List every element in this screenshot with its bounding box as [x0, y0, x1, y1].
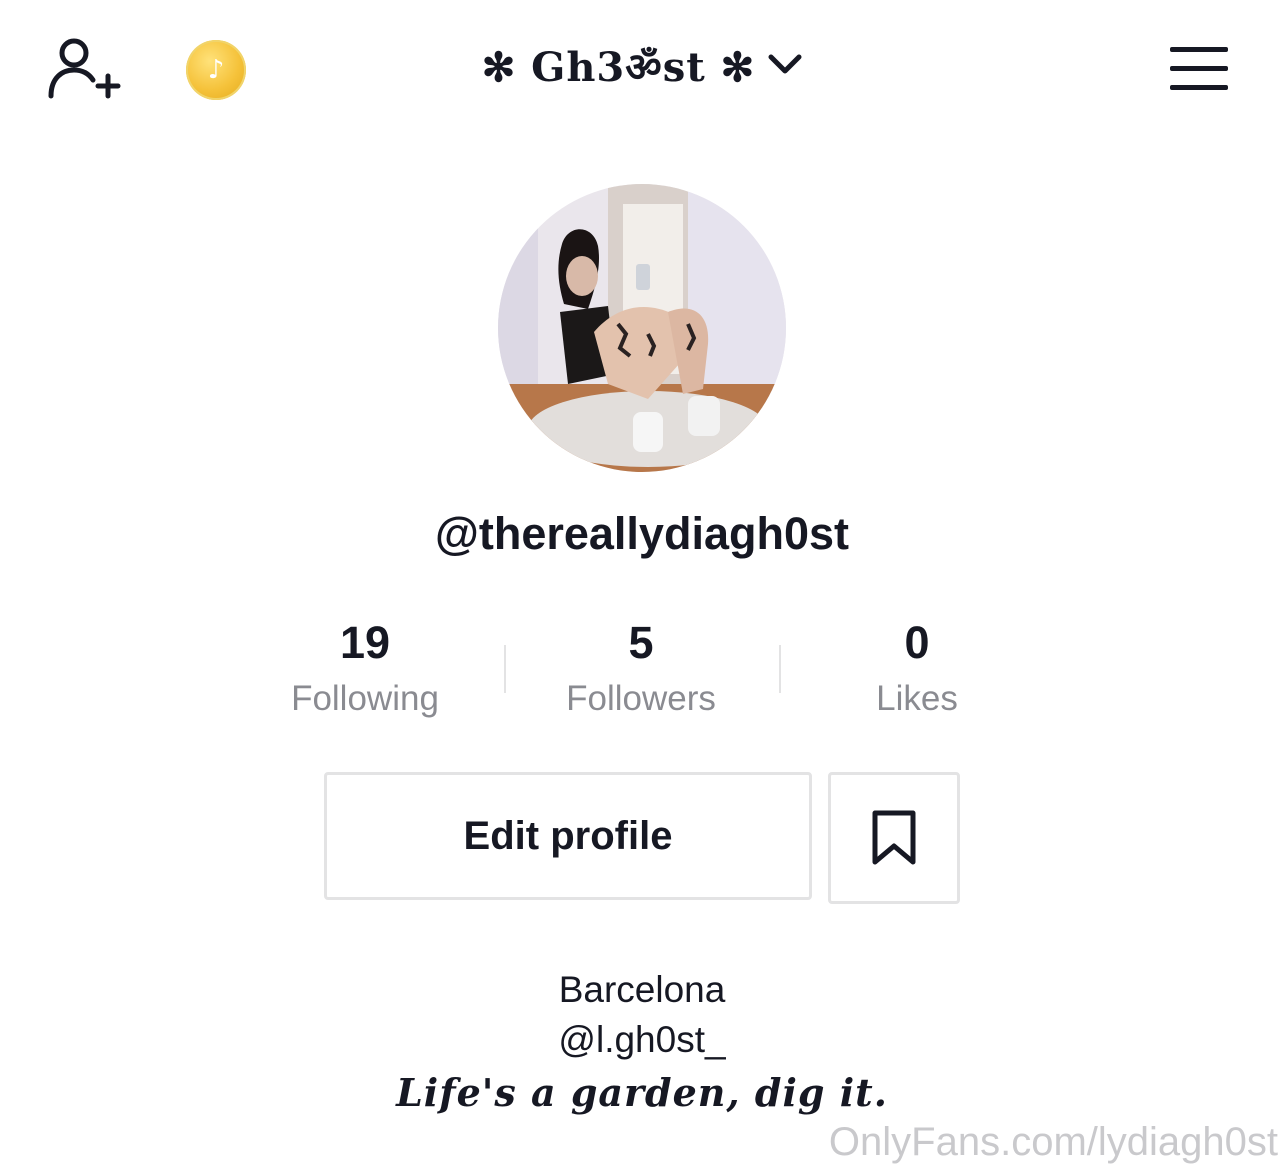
stat-divider [504, 645, 506, 693]
watermark: OnlyFans.com/lydiagh0st [828, 1120, 1278, 1164]
avatar[interactable] [498, 184, 786, 472]
edit-profile-button[interactable]: Edit profile [324, 772, 812, 900]
username: @thereallydiagh0st [434, 508, 849, 559]
bio-location: Barcelona [558, 969, 726, 1010]
top-bar: ♪ ✻ Gh3ॐst ✻ [0, 0, 1284, 140]
stat-following[interactable]: 19 Following [235, 612, 495, 724]
bio: Barcelona @l.gh0st_ Life's a garden, dig… [0, 965, 1284, 1121]
bookmark-button[interactable] [828, 772, 960, 904]
stat-label: Following [291, 679, 439, 718]
menu-icon[interactable] [1170, 47, 1230, 91]
stat-followers[interactable]: 5 Followers [511, 612, 771, 724]
stat-label: Followers [566, 679, 716, 718]
stat-likes[interactable]: 0 Likes [787, 612, 1047, 724]
stat-divider [779, 645, 781, 693]
account-title: ✻ Gh3ॐst ✻ [481, 44, 756, 91]
stat-label: Likes [876, 679, 958, 718]
bio-handle[interactable]: @l.gh0st_ [0, 1015, 1284, 1065]
bookmark-icon [872, 810, 916, 865]
chevron-down-icon[interactable] [768, 52, 802, 80]
account-switcher[interactable]: ✻ Gh3ॐst ✻ [0, 38, 1284, 93]
stat-value: 19 [339, 617, 391, 668]
stat-value: 0 [904, 617, 930, 668]
bio-tagline: Life's a garden, dig it. [396, 1070, 888, 1115]
stat-value: 5 [628, 617, 654, 668]
